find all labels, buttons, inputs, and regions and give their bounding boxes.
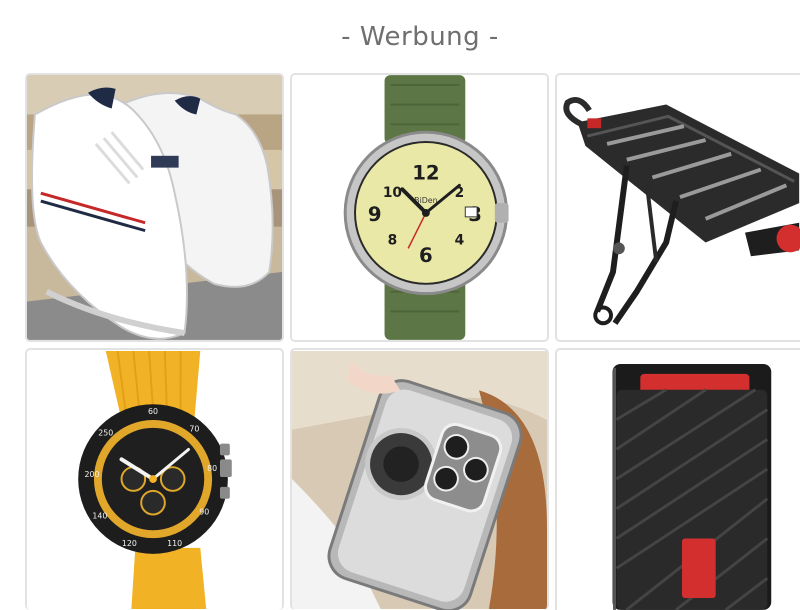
- svg-text:250: 250: [98, 429, 113, 438]
- svg-text:8: 8: [388, 232, 398, 248]
- svg-text:80: 80: [207, 464, 217, 473]
- svg-text:120: 120: [122, 539, 137, 548]
- svg-text:6: 6: [419, 244, 433, 267]
- watch-image: 60 70 80 90 110 120 140 200 250: [27, 350, 282, 609]
- svg-text:70: 70: [189, 425, 199, 434]
- product-tile-wallet[interactable]: [555, 348, 800, 610]
- product-tile-green-watch[interactable]: 12 6 9 3 10 2 8 4 BiDen: [290, 73, 549, 342]
- svg-text:60: 60: [148, 407, 158, 416]
- svg-text:4: 4: [455, 232, 465, 248]
- svg-text:140: 140: [92, 511, 107, 520]
- svg-text:200: 200: [84, 470, 99, 479]
- watch-image: 12 6 9 3 10 2 8 4 BiDen: [292, 75, 547, 340]
- svg-text:9: 9: [368, 203, 382, 226]
- bike-rack-image: [557, 75, 800, 340]
- svg-text:12: 12: [412, 161, 439, 184]
- svg-text:90: 90: [199, 507, 209, 516]
- svg-text:110: 110: [167, 539, 182, 548]
- phone-case-image: [292, 351, 547, 610]
- product-tile-sneakers[interactable]: [25, 73, 284, 342]
- product-tile-yellow-watch[interactable]: 60 70 80 90 110 120 140 200 250: [25, 348, 284, 610]
- product-tile-phone-case[interactable]: [290, 348, 549, 610]
- wallet-image: [557, 350, 800, 610]
- sneaker-image: [27, 75, 282, 340]
- product-tile-bike-rack[interactable]: [555, 73, 800, 342]
- svg-text:10: 10: [383, 185, 402, 201]
- ad-label: - Werbung -: [341, 22, 499, 52]
